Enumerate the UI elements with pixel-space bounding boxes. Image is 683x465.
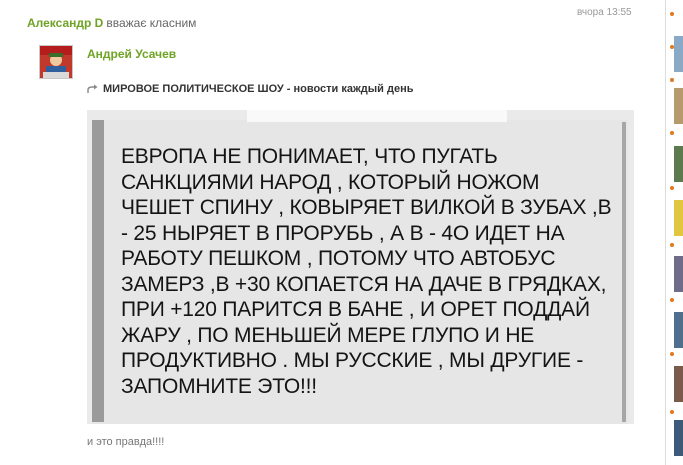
activity-timestamp: вчора 13:55 bbox=[577, 7, 632, 18]
sidebar-notification-dot bbox=[670, 243, 674, 247]
image-text-line: ЕВРОПА НЕ ПОНИМАЕТ, ЧТО ПУГАТЬ bbox=[121, 145, 498, 168]
sidebar-thumbnail[interactable] bbox=[674, 36, 683, 72]
image-top-glare bbox=[247, 110, 507, 122]
shared-from-group-name: МИРОВОЕ ПОЛИТИЧЕСКОЕ ШОУ - новости кажды… bbox=[103, 83, 414, 95]
activity-action-text: вважає класним bbox=[106, 16, 197, 30]
sidebar-notification-dot bbox=[670, 352, 674, 356]
author-name-link[interactable]: Андрей Усачев bbox=[87, 47, 176, 61]
image-right-border bbox=[622, 122, 626, 422]
image-text-line: РАБОТУ ПЕШКОМ , ПОТОМУ ЧТО АВТОБУС bbox=[121, 247, 556, 270]
post-caption: и это правда!!!! bbox=[87, 436, 165, 448]
sidebar-thumbnail[interactable] bbox=[674, 420, 683, 456]
image-text-line: ПРИ +120 ПАРИТСЯ В БАНЕ , И ОРЕТ ПОДДАЙ bbox=[121, 298, 590, 321]
avatar-image bbox=[40, 46, 72, 78]
activity-line: Александр Dвважає класним bbox=[27, 16, 196, 30]
image-text-line: - 25 НЫРЯЕТ В ПРОРУБЬ , А В - 4О ИДЕТ НА bbox=[121, 221, 565, 245]
image-text-line: ЧЕШЕТ СПИНУ , КОВЫРЯЕТ ВИЛКОЙ В ЗУБАХ ,В bbox=[121, 196, 612, 219]
post-image[interactable]: ЕВРОПА НЕ ПОНИМАЕТ, ЧТО ПУГАТЬ САНКЦИЯМИ… bbox=[87, 110, 634, 424]
sidebar-notification-dot bbox=[670, 186, 674, 190]
sidebar-notification-dot bbox=[670, 410, 674, 414]
author-avatar[interactable] bbox=[39, 45, 73, 79]
sidebar-thumbnail[interactable] bbox=[674, 146, 683, 182]
image-text-line: ЗАМЕРЗ ,В +30 КОПАЕТСЯ НА ДАЧЕ В ГРЯДКАХ… bbox=[121, 272, 607, 296]
shared-from-line[interactable]: МИРОВОЕ ПОЛИТИЧЕСКОЕ ШОУ - новости кажды… bbox=[87, 83, 414, 95]
image-text-block: ЕВРОПА НЕ ПОНИМАЕТ, ЧТО ПУГАТЬ САНКЦИЯМИ… bbox=[121, 144, 621, 399]
activity-user-link[interactable]: Александр D bbox=[27, 16, 103, 30]
share-arrow-icon bbox=[87, 84, 99, 94]
sidebar-notification-dot bbox=[670, 131, 674, 135]
image-text-line: САНКЦИЯМИ НАРОД , КОТОРЫЙ НОЖОМ bbox=[121, 170, 540, 194]
sidebar-notification-dot bbox=[670, 298, 674, 302]
image-left-border bbox=[92, 120, 104, 422]
sidebar-thumbnail[interactable] bbox=[674, 366, 683, 402]
sidebar-thumbnail[interactable] bbox=[674, 88, 683, 124]
image-text-line: ЖАРУ , ПО МЕНЬШЕЙ МЕРЕ ГЛУПО И НЕ bbox=[121, 323, 535, 347]
sidebar-notification-dot bbox=[670, 12, 674, 16]
column-divider bbox=[665, 0, 666, 465]
sidebar-thumbnail[interactable] bbox=[674, 256, 683, 292]
sidebar-thumbnail[interactable] bbox=[674, 312, 683, 348]
image-text-line: ПРОДУКТИВНО . МЫ РУССКИЕ , МЫ ДРУГИЕ - bbox=[121, 349, 584, 372]
image-text-line: ЗАПОМНИТЕ ЭТО!!! bbox=[121, 374, 317, 398]
sidebar-notification-dot bbox=[670, 78, 674, 82]
sidebar-thumbnail[interactable] bbox=[674, 200, 683, 236]
feed-page: Александр Dвважає класним вчора 13:55 Ан… bbox=[0, 0, 683, 465]
